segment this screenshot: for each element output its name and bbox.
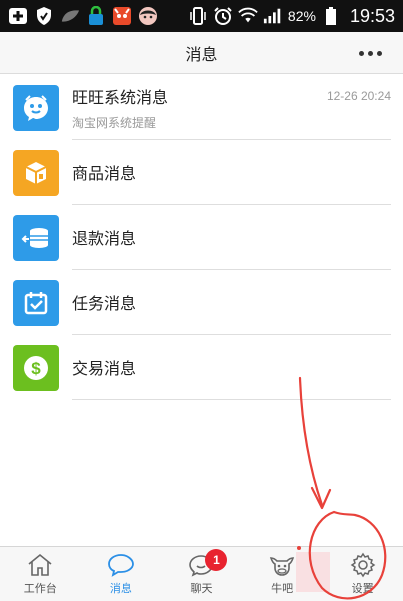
bottom-nav: 工作台 消息 1 聊天 牛吧 设置	[0, 546, 403, 601]
nav-label: 牛吧	[271, 582, 294, 595]
nav-messages[interactable]: 消息	[81, 547, 162, 601]
dollar-icon: $	[13, 344, 59, 391]
signal-icon	[263, 6, 283, 26]
top-header: 消息	[0, 32, 403, 74]
nav-label: 消息	[109, 582, 132, 595]
message-item-product[interactable]: 商品消息	[0, 140, 403, 205]
svg-text:$: $	[31, 359, 41, 378]
nav-chat[interactable]: 1 聊天	[161, 547, 242, 601]
more-dot	[376, 50, 382, 56]
avatar-wrap: $	[0, 335, 72, 400]
wangwang-icon	[13, 84, 59, 131]
page-title: 消息	[185, 44, 218, 64]
chat-bubble-icon	[106, 552, 136, 578]
message-list: 旺旺系统消息 淘宝网系统提醒 12-26 20:24 商品消息 退款消息 任务消…	[0, 75, 403, 400]
cow-icon	[267, 552, 297, 578]
nav-settings[interactable]: 设置	[322, 547, 403, 601]
status-bar: 82% 19:53	[0, 0, 403, 32]
item-title: 商品消息	[72, 164, 137, 183]
item-title: 交易消息	[72, 359, 137, 378]
nav-label: 设置	[351, 582, 374, 595]
home-icon	[25, 552, 55, 578]
message-item-trade[interactable]: $ 交易消息	[0, 335, 403, 400]
vibrate-icon	[188, 6, 208, 26]
message-item-wangwang[interactable]: 旺旺系统消息 淘宝网系统提醒 12-26 20:24	[0, 75, 403, 140]
avatar-wrap	[0, 75, 72, 140]
battery-percent: 82%	[287, 8, 316, 24]
avatar-wrap	[0, 205, 72, 270]
item-title: 任务消息	[72, 294, 137, 313]
item-content: 任务消息	[72, 270, 391, 335]
nav-label: 聊天	[190, 582, 213, 595]
refund-icon	[13, 214, 59, 261]
more-button[interactable]	[355, 40, 385, 66]
unread-badge: 1	[205, 549, 228, 571]
item-timestamp: 12-26 20:24	[326, 89, 391, 103]
item-subtitle: 淘宝网系统提醒	[72, 115, 157, 130]
shield-icon	[34, 6, 54, 26]
clock-time: 19:53	[349, 5, 395, 26]
item-content: 旺旺系统消息 淘宝网系统提醒 12-26 20:24	[72, 75, 391, 140]
avatar-icon	[138, 6, 158, 26]
more-dot	[367, 50, 373, 56]
item-content: 商品消息	[72, 140, 391, 205]
avatar-wrap	[0, 140, 72, 205]
message-item-task[interactable]: 任务消息	[0, 270, 403, 335]
pink-highlight-mark	[296, 552, 330, 592]
item-content: 交易消息	[72, 335, 391, 400]
item-title: 退款消息	[72, 229, 137, 248]
nav-label: 工作台	[23, 582, 57, 595]
battery-icon	[321, 6, 341, 26]
nav-workbench[interactable]: 工作台	[0, 547, 81, 601]
gear-icon	[348, 552, 378, 578]
alarm-icon	[213, 6, 233, 26]
cat-icon	[112, 6, 132, 26]
lock-icon	[86, 6, 106, 26]
message-item-refund[interactable]: 退款消息	[0, 205, 403, 270]
calendar-check-icon	[13, 279, 59, 326]
wifi-icon	[238, 6, 258, 26]
item-content: 退款消息	[72, 205, 391, 270]
leaf-icon	[60, 6, 80, 26]
add-icon	[8, 6, 28, 26]
avatar-wrap	[0, 270, 72, 335]
more-dots-icon	[358, 50, 364, 56]
box-icon	[13, 149, 59, 196]
